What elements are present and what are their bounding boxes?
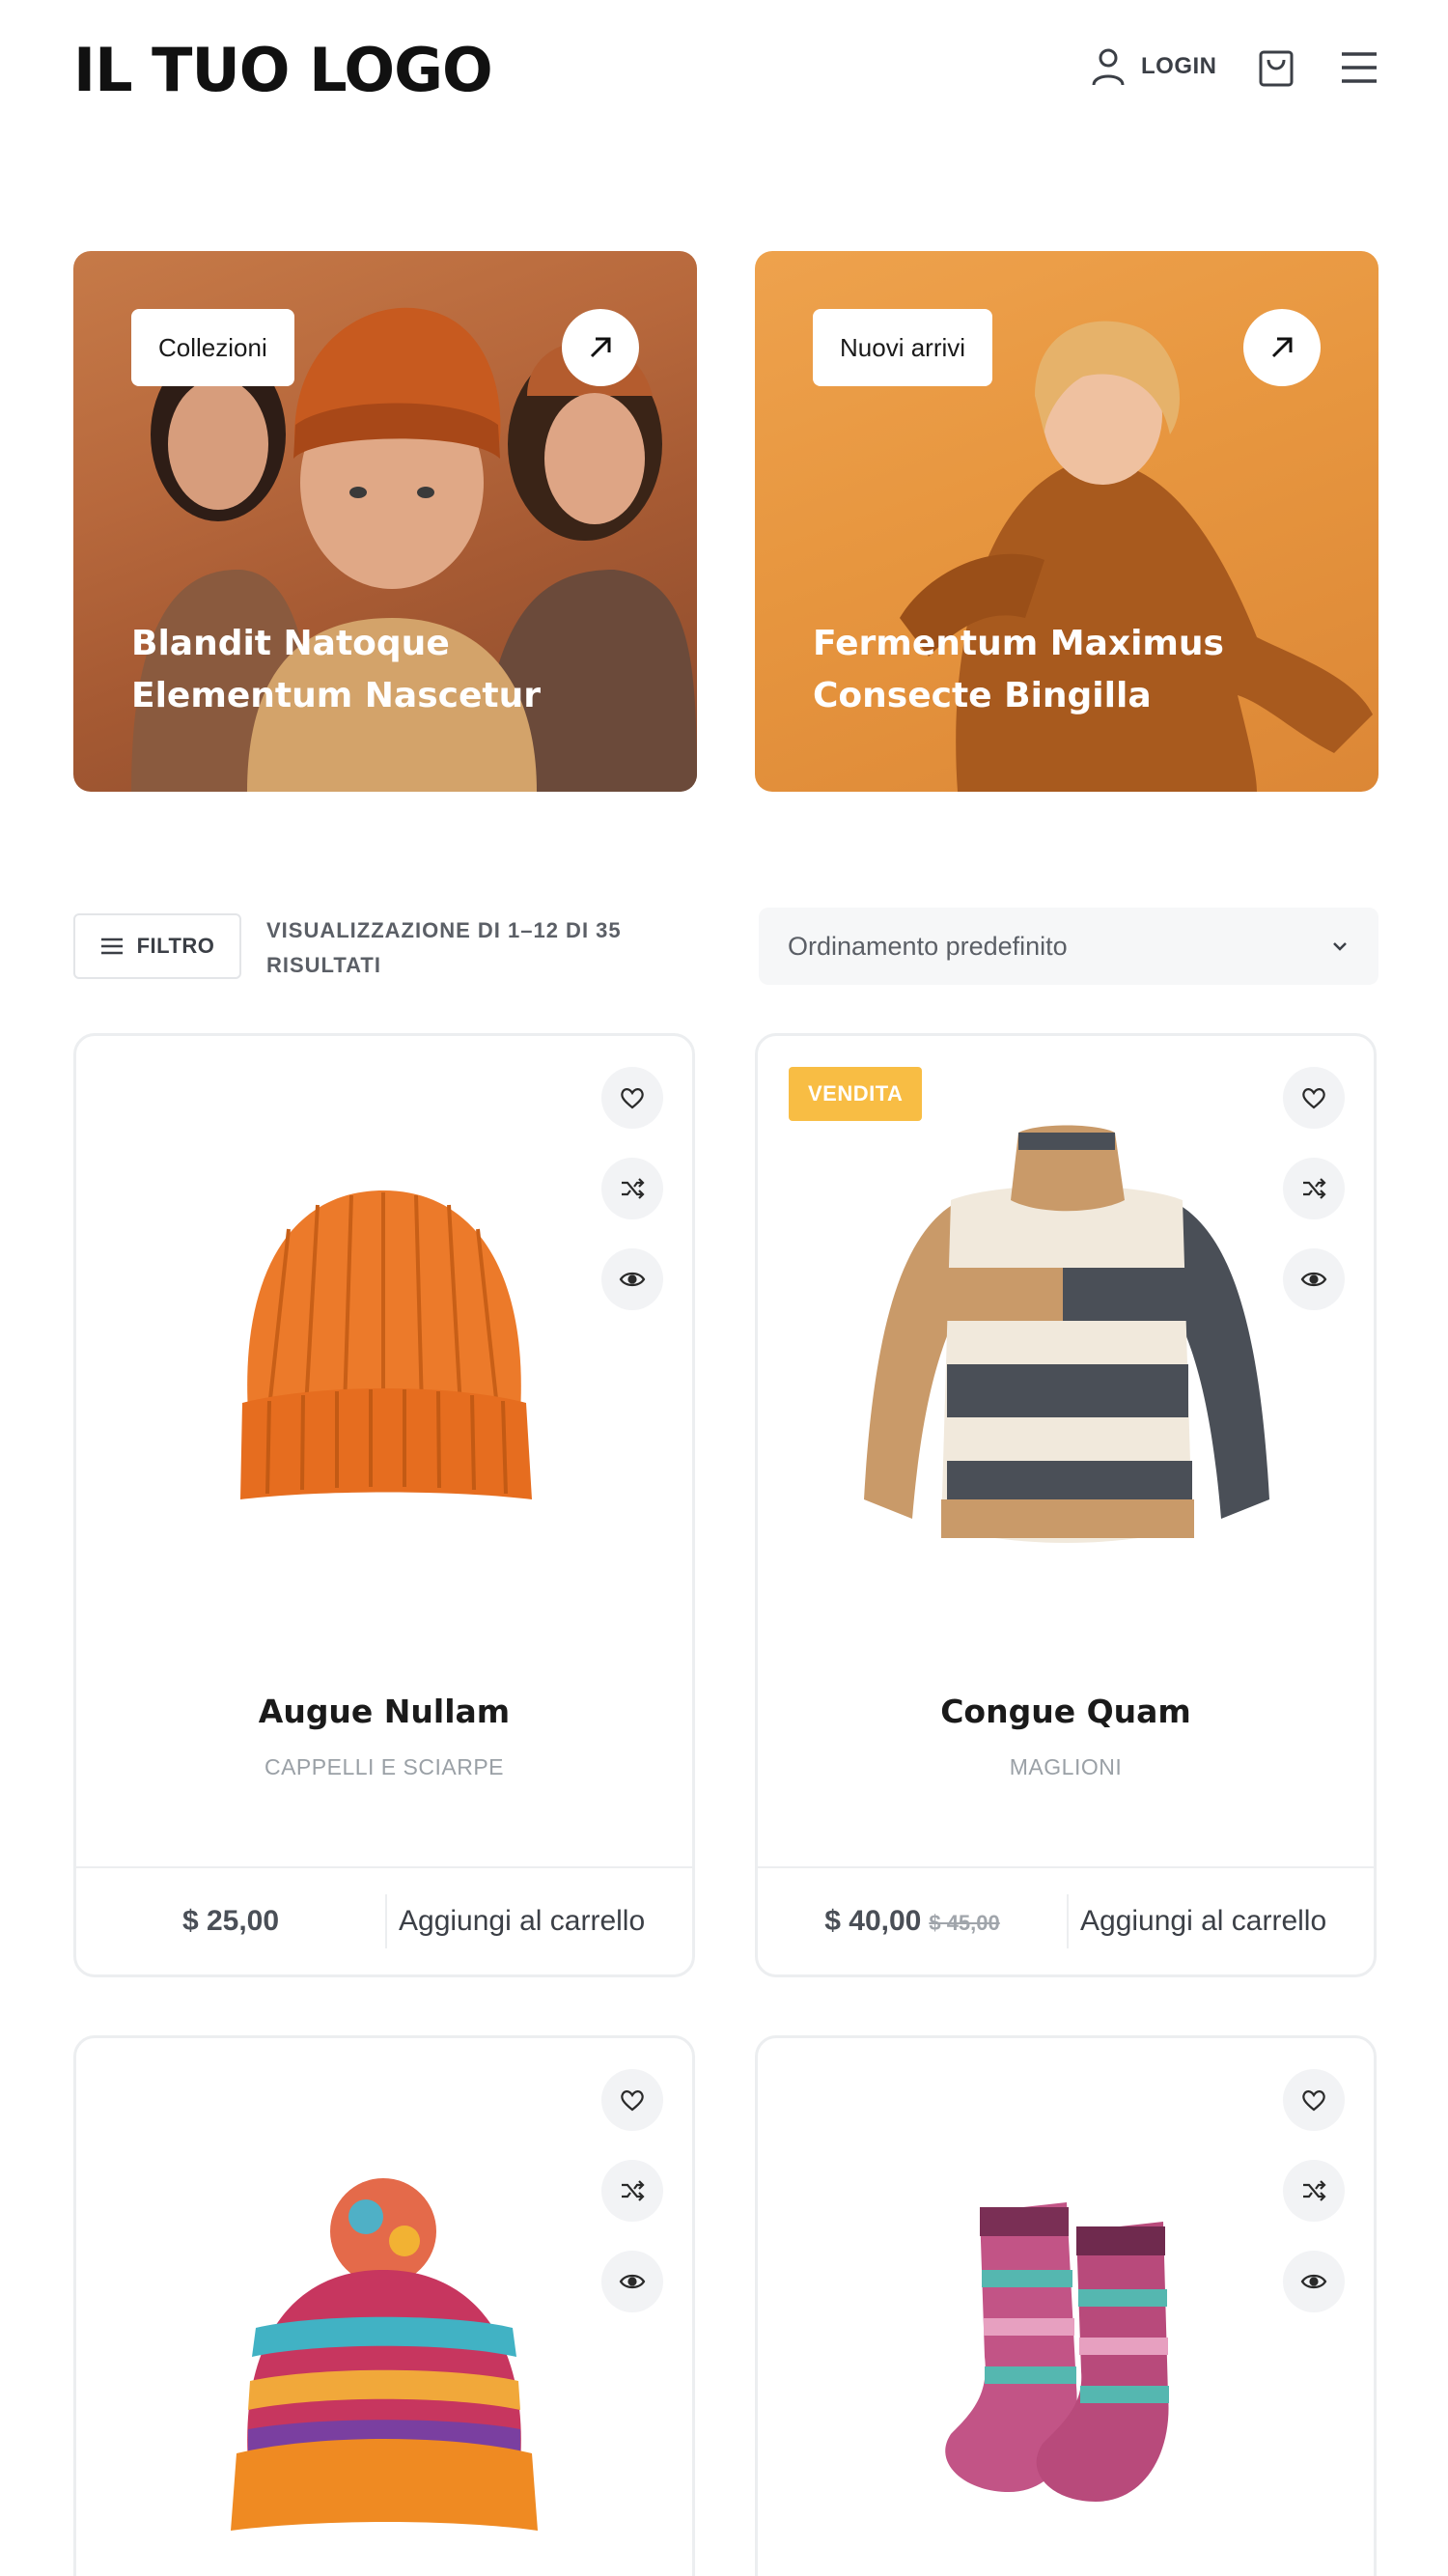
product-category[interactable]: MAGLIONI <box>758 1754 1374 1780</box>
product-footer: $ 40,00 $ 45,00 Aggiungi al carrello <box>758 1866 1374 1974</box>
arrow-up-right-icon <box>1271 337 1293 358</box>
eye-icon <box>619 2274 646 2289</box>
sort-selected-value: Ordinamento predefinito <box>788 931 1068 961</box>
results-count-line: RISULTATI <box>266 953 381 977</box>
compare-button[interactable] <box>1283 2160 1345 2222</box>
product-old-price: $ 45,00 <box>929 1911 1000 1935</box>
eye-icon <box>1300 1272 1327 1287</box>
arrow-up-right-icon <box>590 337 611 358</box>
product-image-striped-socks[interactable] <box>758 2038 1374 2576</box>
banner-tag[interactable]: Collezioni <box>131 309 294 386</box>
filter-button[interactable]: FILTRO <box>73 913 241 979</box>
add-to-cart-button[interactable]: Aggiungi al carrello <box>387 1905 692 1938</box>
new-arrivals-banner[interactable]: Nuovi arrivi Fermentum Maximus Consecte … <box>755 251 1378 792</box>
filter-lines-icon <box>100 938 123 955</box>
heart-icon <box>621 2090 644 2112</box>
quick-view-button[interactable] <box>601 1248 663 1310</box>
hamburger-menu-icon[interactable] <box>1340 50 1378 85</box>
site-header: IL TUO LOGO LOGIN <box>0 0 1448 145</box>
banner-title-line: Consecte Bingilla <box>813 676 1152 715</box>
site-logo[interactable]: IL TUO LOGO <box>73 35 493 105</box>
product-card[interactable] <box>755 2035 1377 2576</box>
eye-icon <box>619 1272 646 1287</box>
product-price-value: $ 25,00 <box>181 1905 280 1937</box>
chevron-down-icon <box>1333 942 1347 951</box>
product-image-striped-pompom-beanie[interactable] <box>76 2038 692 2576</box>
sort-select[interactable]: Ordinamento predefinito <box>759 908 1378 985</box>
shuffle-compare-icon <box>622 1178 645 1199</box>
product-image-striped-sweater[interactable] <box>758 1036 1374 1654</box>
quick-view-button[interactable] <box>1283 1248 1345 1310</box>
wishlist-button[interactable] <box>1283 1067 1345 1129</box>
banner-title-line: Blandit Natoque <box>131 624 450 663</box>
product-name[interactable]: Congue Quam <box>758 1693 1374 1730</box>
results-count-line: VISUALIZZAZIONE DI 1–12 DI 35 <box>266 918 622 942</box>
eye-icon <box>1300 2274 1327 2289</box>
wishlist-button[interactable] <box>1283 2069 1345 2131</box>
product-price: $ 40,00 $ 45,00 <box>758 1905 1067 1938</box>
banner-title: Blandit Natoque Elementum Nascetur <box>131 618 672 722</box>
product-card[interactable]: Augue Nullam CAPPELLI E SCIARPE $ 25,00 … <box>73 1033 695 1977</box>
heart-icon <box>621 1088 644 1109</box>
product-price: $ 25,00 <box>76 1905 385 1938</box>
wishlist-button[interactable] <box>601 2069 663 2131</box>
compare-button[interactable] <box>601 1158 663 1219</box>
product-card[interactable]: VENDITA Congue Quam MAGLIONI $ 40,00 $ 45… <box>755 1033 1377 1977</box>
login-label: LOGIN <box>1141 53 1217 79</box>
sale-badge: VENDITA <box>789 1067 923 1121</box>
quick-view-button[interactable] <box>601 2251 663 2312</box>
banner-link-button[interactable] <box>1243 309 1321 386</box>
user-icon <box>1092 48 1125 86</box>
quick-view-button[interactable] <box>1283 2251 1345 2312</box>
results-count: VISUALIZZAZIONE DI 1–12 DI 35 RISULTATI <box>266 913 672 983</box>
product-price-value: $ 40,00 <box>824 1905 922 1937</box>
compare-button[interactable] <box>1283 1158 1345 1219</box>
login-link[interactable]: LOGIN <box>1089 46 1217 87</box>
wishlist-button[interactable] <box>601 1067 663 1129</box>
banner-title-line: Elementum Nascetur <box>131 676 541 715</box>
product-name[interactable]: Augue Nullam <box>76 1693 692 1730</box>
filter-label: FILTRO <box>136 934 215 958</box>
banner-title: Fermentum Maximus Consecte Bingilla <box>813 618 1353 722</box>
banner-link-button[interactable] <box>562 309 639 386</box>
product-category[interactable]: CAPPELLI E SCIARPE <box>76 1754 692 1780</box>
product-footer: $ 25,00 Aggiungi al carrello <box>76 1866 692 1974</box>
collection-banner[interactable]: Collezioni Blandit Natoque Elementum Nas… <box>73 251 697 792</box>
shuffle-compare-icon <box>622 2180 645 2201</box>
product-card[interactable] <box>73 2035 695 2576</box>
shuffle-compare-icon <box>1303 1178 1326 1199</box>
banner-title-line: Fermentum Maximus <box>813 624 1224 663</box>
shopping-bag-icon[interactable] <box>1257 46 1295 89</box>
banner-tag[interactable]: Nuovi arrivi <box>813 309 993 386</box>
shuffle-compare-icon <box>1303 2180 1326 2201</box>
add-to-cart-button[interactable]: Aggiungi al carrello <box>1069 1905 1374 1938</box>
compare-button[interactable] <box>601 2160 663 2222</box>
heart-icon <box>1302 2090 1325 2112</box>
heart-icon <box>1302 1088 1325 1109</box>
product-image-orange-beanie[interactable] <box>76 1036 692 1654</box>
